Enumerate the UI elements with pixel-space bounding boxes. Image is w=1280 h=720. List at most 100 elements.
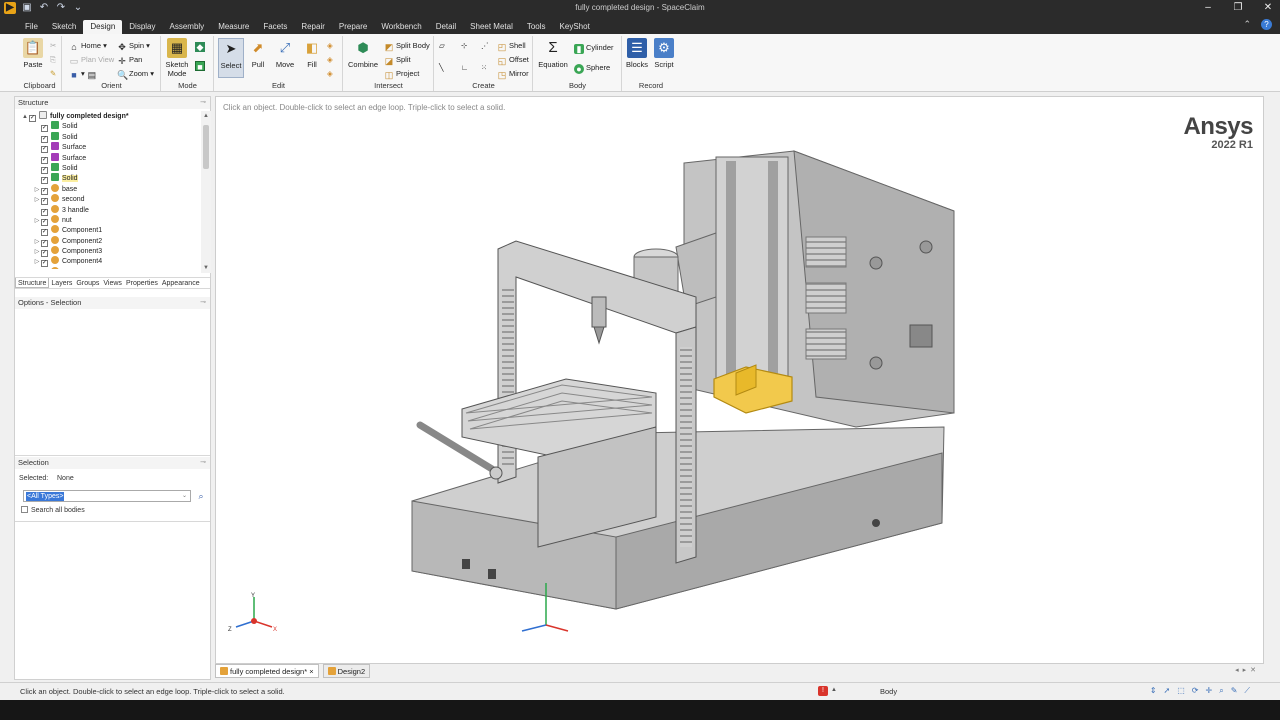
edit-extra-1-button[interactable]: ◈ (327, 40, 333, 51)
minimize-button[interactable]: – (1202, 1, 1214, 15)
measure-icon[interactable]: ⟋ (1244, 686, 1250, 696)
help-icon[interactable]: ? (1261, 19, 1272, 30)
select-box-icon[interactable]: ⬚ (1177, 686, 1185, 696)
tree-item[interactable]: ✓ Component1 (15, 225, 201, 237)
tree-item[interactable]: ✓ Solid (15, 173, 201, 185)
panel-tab-appearance[interactable]: Appearance (160, 278, 202, 288)
pin-icon[interactable]: ⊸ (200, 97, 206, 109)
menu-tab-sketch[interactable]: Sketch (45, 20, 83, 34)
menu-tab-assembly[interactable]: Assembly (163, 20, 212, 34)
rectangle-tool-button[interactable]: ▱ (439, 40, 445, 51)
menu-tab-file[interactable]: File (18, 20, 45, 34)
menu-tab-tools[interactable]: Tools (520, 20, 553, 34)
tree-item[interactable]: ▷ ✓ Component3 (15, 246, 201, 258)
doc-tab-design2[interactable]: Design2 (322, 664, 371, 678)
line-tool-button[interactable]: ╲ (439, 62, 444, 73)
split-button[interactable]: ◪ Split (384, 54, 411, 66)
tree-item[interactable]: ▷ ✓ second (15, 194, 201, 206)
blocks-button[interactable]: ☰ Blocks (624, 38, 650, 69)
menu-tab-detail[interactable]: Detail (429, 20, 463, 34)
format-painter-button[interactable]: ✎ (50, 68, 56, 79)
tree-item[interactable]: ▲ ✓ fully completed design* (15, 111, 201, 122)
maximize-button[interactable]: ❐ (1232, 1, 1244, 15)
mirror-button[interactable]: ◳ Mirror (497, 68, 529, 80)
tree-item[interactable]: ✓ Solid (15, 162, 201, 174)
tree-item[interactable]: ▷ ✓ base (15, 183, 201, 195)
selection-mode[interactable]: Body (880, 687, 897, 696)
sphere-button[interactable]: ● Sphere (574, 62, 610, 74)
shell-button[interactable]: ◰ Shell (497, 40, 526, 52)
spin-icon[interactable]: ⟳ (1192, 686, 1199, 696)
menu-tab-workbench[interactable]: Workbench (374, 20, 428, 34)
point-tool-button[interactable]: ⁙ (481, 62, 487, 73)
plane-tool-button[interactable]: ⊹ (461, 40, 467, 51)
tree-item[interactable]: ▷ ✓ nut (15, 214, 201, 226)
pan-icon[interactable]: ✛ (1206, 686, 1213, 696)
search-all-bodies-checkbox[interactable]: Search all bodies (21, 506, 85, 514)
scroll-thumb[interactable] (203, 125, 209, 169)
search-icon[interactable]: ⌕ (195, 490, 207, 502)
error-dropdown-icon[interactable]: ▲ (831, 687, 837, 693)
tree-item[interactable]: ✓ Surface (15, 152, 201, 164)
checkbox-box[interactable] (21, 506, 28, 513)
edit-extra-2-button[interactable]: ◈ (327, 54, 333, 65)
zoom-icon[interactable]: ⌕ (1219, 686, 1223, 696)
menu-tab-design[interactable]: Design (83, 20, 123, 34)
tree-item[interactable]: ✓ 3 handle (15, 204, 201, 216)
tree-item[interactable]: ✓ Solid (15, 131, 201, 143)
structure-scrollbar[interactable]: ▲ ▼ (201, 111, 211, 273)
options-pin-icon[interactable]: ⊸ (200, 297, 206, 309)
solid-mode-button[interactable]: ■ (195, 60, 207, 72)
cnc-machine-model[interactable] (216, 97, 1264, 664)
tree-expander-icon[interactable]: ▷ (33, 268, 41, 269)
tree-item[interactable]: ▷ ✓ Component4 (15, 256, 201, 268)
menu-tab-display[interactable]: Display (122, 20, 162, 34)
pull-button[interactable]: ⬈ Pull (245, 38, 271, 69)
equation-button[interactable]: Σ Equation (536, 38, 570, 69)
pan-button[interactable]: ✛ Pan (117, 54, 142, 66)
offset-button[interactable]: ◱ Offset (497, 54, 529, 66)
edit-extra-3-button[interactable]: ◈ (327, 68, 333, 79)
copy-button[interactable]: ⎘ (50, 54, 56, 65)
select-cursor-icon[interactable]: ➚ (1164, 686, 1171, 696)
panel-tab-layers[interactable]: Layers (49, 278, 74, 288)
tab-scroll-arrows[interactable]: ◂▸✕ (1235, 666, 1260, 674)
split-body-button[interactable]: ◩ Split Body (384, 40, 430, 52)
script-button[interactable]: ⚙ Script (651, 38, 677, 69)
project-button[interactable]: ◫ Project (384, 68, 420, 80)
paste-button[interactable]: 📋 Paste (20, 38, 46, 69)
menu-tab-keyshot[interactable]: KeyShot (553, 20, 597, 34)
selection-pin-icon[interactable]: ⊸ (200, 457, 206, 469)
scroll-up-icon[interactable]: ▲ (203, 113, 209, 119)
tree-item[interactable]: ✓ Solid (15, 121, 201, 133)
panel-tab-structure[interactable]: Structure (15, 278, 50, 288)
menu-tab-repair[interactable]: Repair (294, 20, 332, 34)
selection-filter-dropdown[interactable]: <All Types> ⌄ (23, 490, 191, 502)
spin-button[interactable]: ✥ Spin ▾ (117, 40, 150, 52)
panel-tab-properties[interactable]: Properties (124, 278, 160, 288)
panel-tab-groups[interactable]: Groups (74, 278, 101, 288)
sketch-icon[interactable]: ✎ (1231, 686, 1238, 696)
scroll-down-icon[interactable]: ▼ (203, 265, 209, 271)
cylinder-button[interactable]: ▮ Cylinder (574, 42, 614, 54)
panel-tab-views[interactable]: Views (101, 278, 124, 288)
menu-tab-measure[interactable]: Measure (211, 20, 256, 34)
axis-tool-button[interactable]: ⋰ (481, 40, 489, 51)
select-button[interactable]: ➤ Select (218, 38, 244, 78)
doc-tab-fully-completed-design[interactable]: fully completed design* × (215, 664, 319, 678)
origin-tool-button[interactable]: ∟ (461, 62, 468, 73)
move-button[interactable]: ⤢ Move (272, 38, 298, 69)
menu-tab-facets[interactable]: Facets (256, 20, 294, 34)
home-button[interactable]: ⌂ Home ▾ (69, 40, 107, 52)
menu-tab-sheet-metal[interactable]: Sheet Metal (463, 20, 520, 34)
fill-button[interactable]: ◧ Fill (299, 38, 325, 69)
view-cube-button[interactable]: ■ ▾ ▤ (69, 68, 99, 80)
menu-tab-prepare[interactable]: Prepare (332, 20, 374, 34)
tree-item[interactable]: ▷✓Component5 (15, 266, 201, 269)
error-indicator-icon[interactable]: ! (818, 686, 828, 696)
3d-viewport[interactable]: Click an object. Double-click to select … (215, 96, 1264, 664)
collapse-ribbon-icon[interactable]: ⌃ (1243, 19, 1251, 30)
plan-view-button[interactable]: ▭ Plan View (69, 54, 114, 66)
combine-button[interactable]: ⬢ Combine (346, 38, 380, 69)
tree-item[interactable]: ▷ ✓ Component2 (15, 235, 201, 247)
